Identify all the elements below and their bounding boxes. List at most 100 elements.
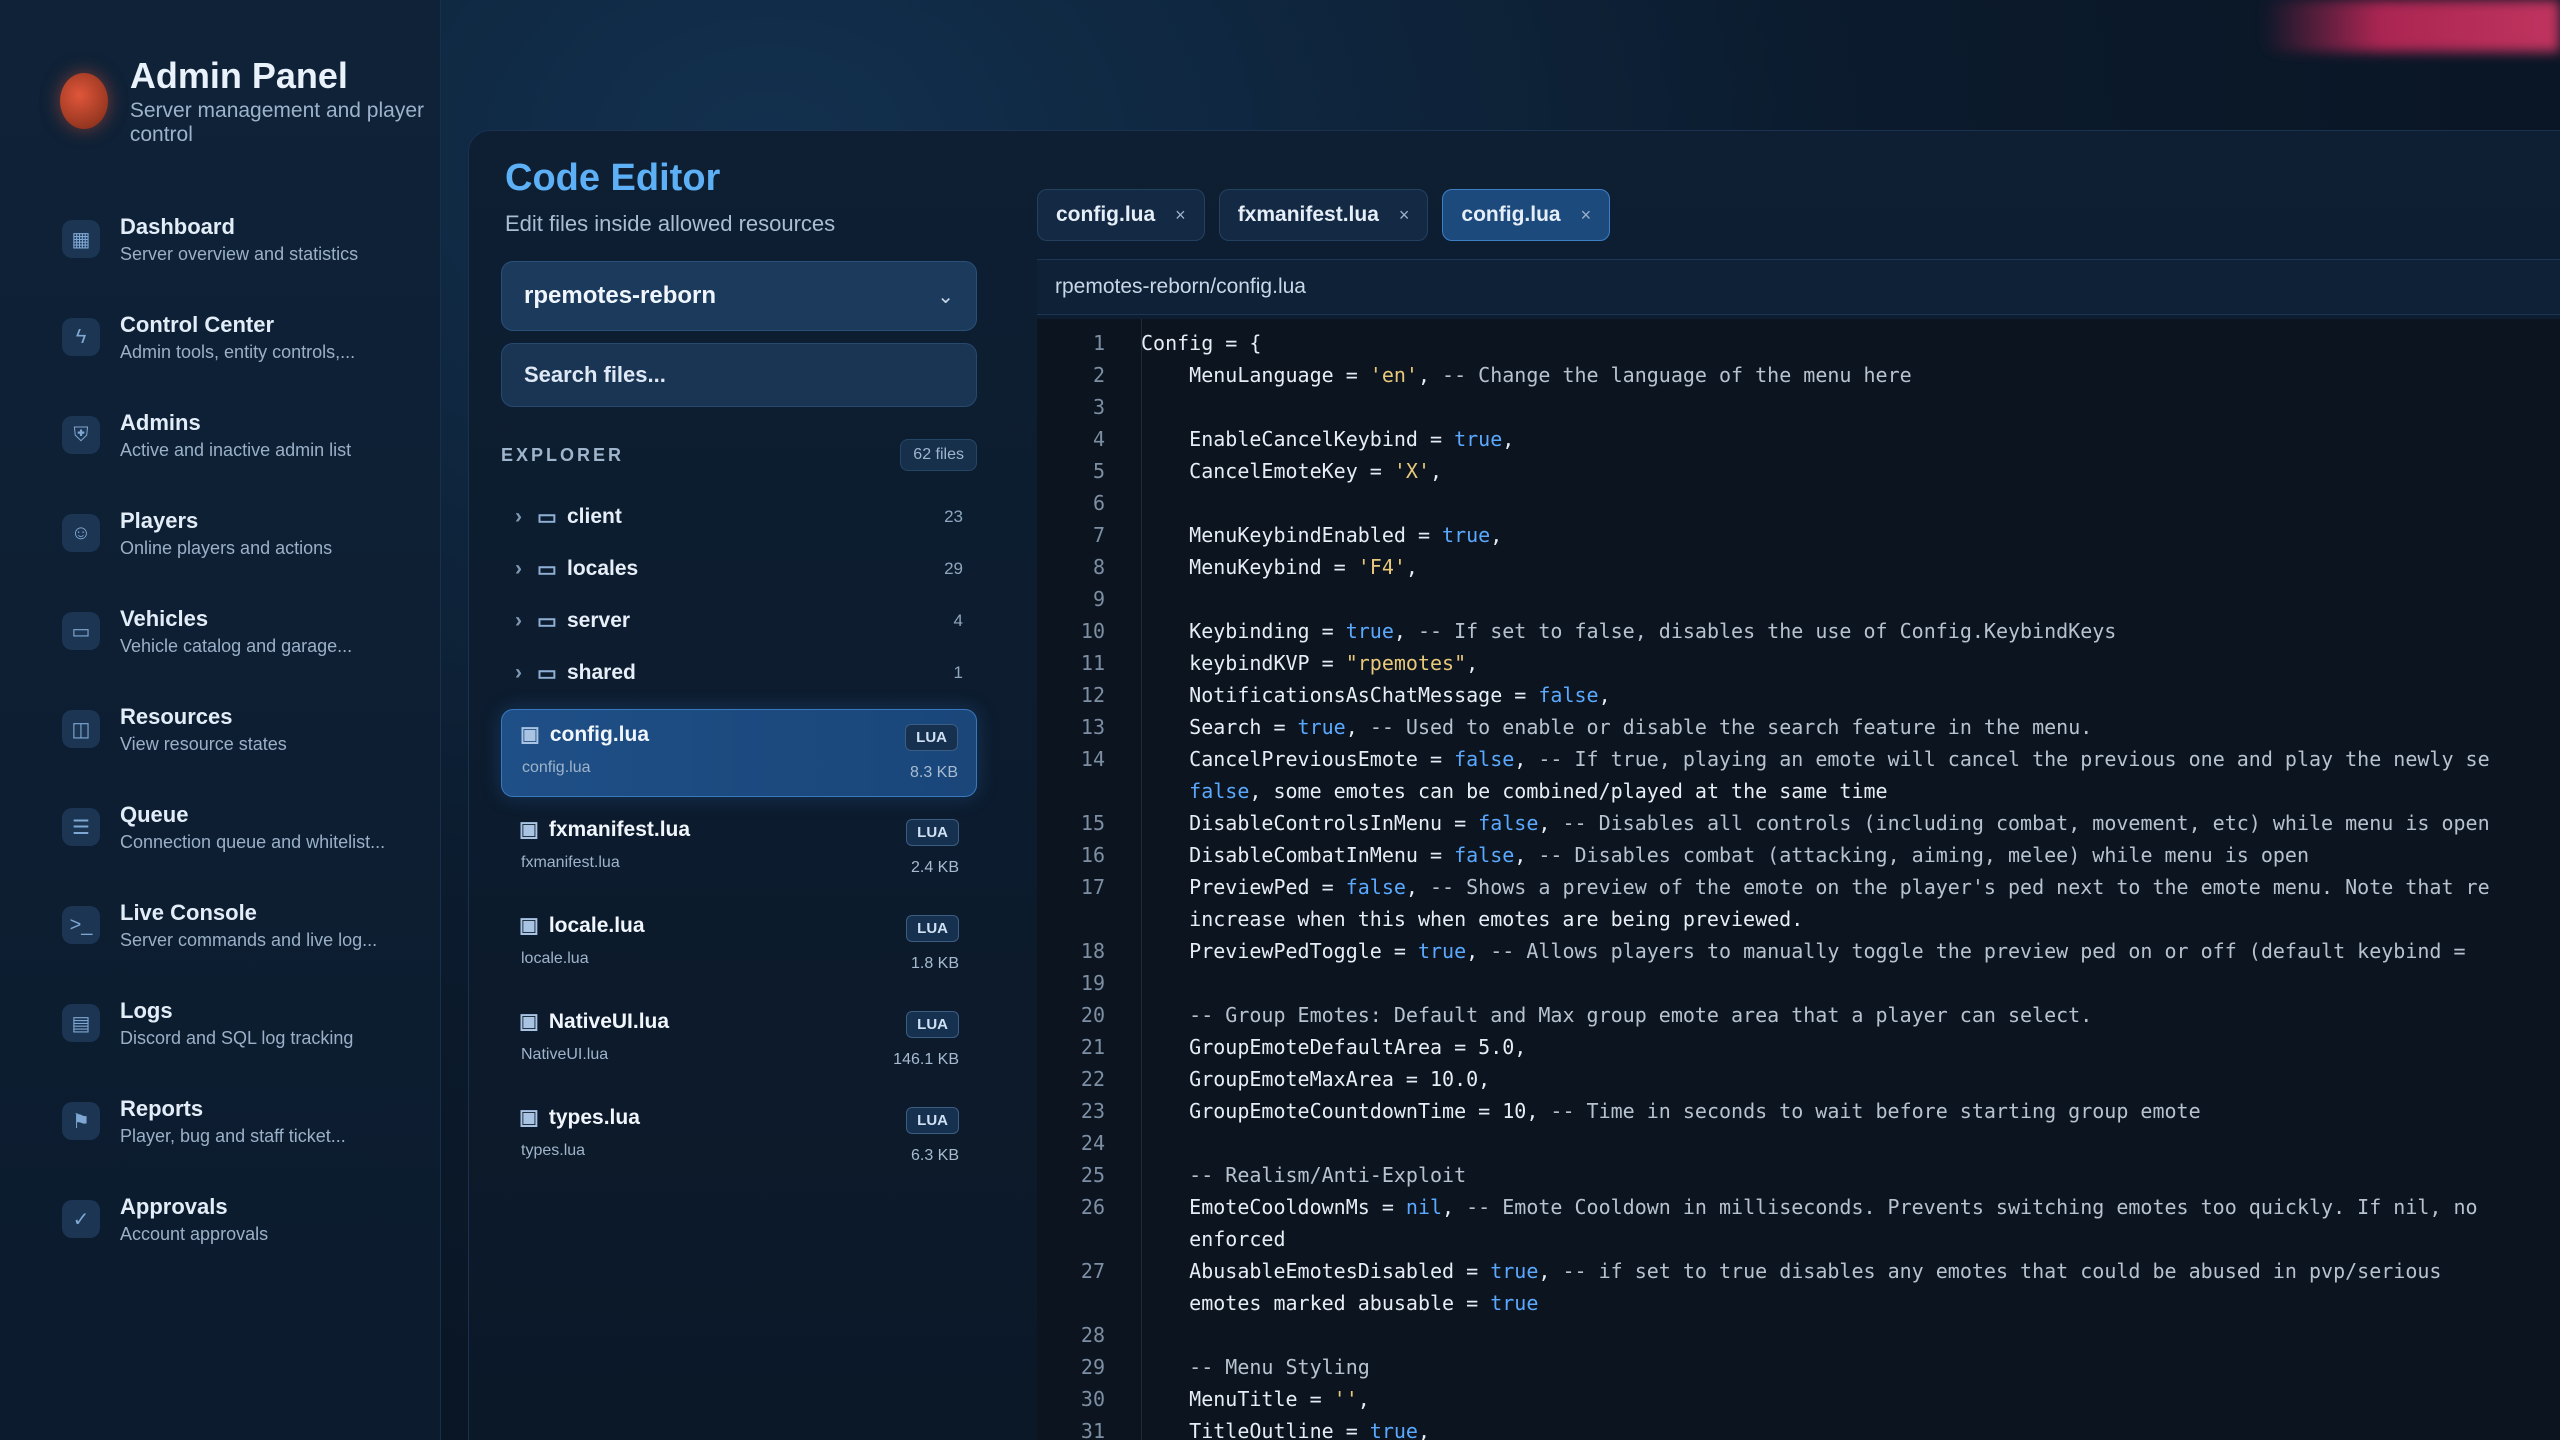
line-number: 17 bbox=[1080, 875, 1105, 899]
sidebar-item-approvals[interactable]: ✓ Approvals Account approvals bbox=[38, 1170, 418, 1268]
file-icon: ▣ bbox=[520, 723, 540, 746]
code-area[interactable]: 1 Config = {2 MenuLanguage = 'en', -- Cha… bbox=[1037, 319, 2560, 1440]
folder-name: locales bbox=[567, 557, 639, 580]
sidebar-item-players[interactable]: ☺ Players Online players and actions bbox=[38, 484, 418, 582]
sidebar-item-subtitle: View resource states bbox=[120, 733, 287, 754]
folder-name: client bbox=[567, 505, 622, 528]
sidebar-item-title: Approvals bbox=[120, 1193, 228, 1219]
line-number: 11 bbox=[1080, 651, 1105, 675]
folder-locales[interactable]: › ▭ locales 29 bbox=[501, 543, 977, 595]
folder-count: 29 bbox=[944, 559, 963, 578]
sidebar-item-vehicles[interactable]: ▭ Vehicles Vehicle catalog and garage... bbox=[38, 582, 418, 680]
code-line: 4 EnableCancelKeybind = true, bbox=[1037, 423, 2560, 455]
file-item-types-lua[interactable]: ▣ types.lua types.lua LUA 6.3 KB bbox=[501, 1093, 977, 1181]
tab-fxmanifest-lua[interactable]: fxmanifest.lua × bbox=[1218, 189, 1429, 241]
sidebar-item-control-center[interactable]: ϟ Control Center Admin tools, entity cont… bbox=[38, 288, 418, 386]
file-item-locale-lua[interactable]: ▣ locale.lua locale.lua LUA 1.8 KB bbox=[501, 901, 977, 989]
line-number: 18 bbox=[1080, 939, 1105, 963]
sidebar-item-reports[interactable]: ⚑ Reports Player, bug and staff ticket... bbox=[38, 1072, 418, 1170]
brand-subtitle: Server management and player control bbox=[129, 99, 425, 146]
file-icon: ▣ bbox=[519, 1106, 539, 1129]
sidebar-item-subtitle: Connection queue and whitelist... bbox=[120, 831, 386, 852]
folder-count: 1 bbox=[953, 663, 963, 682]
search-files-input[interactable] bbox=[501, 343, 977, 407]
code-line: 9 bbox=[1037, 583, 2560, 615]
resource-select-value: rpemotes-reborn bbox=[524, 282, 717, 309]
folder-count: 4 bbox=[953, 611, 963, 630]
sidebar-item-title: Admins bbox=[120, 409, 201, 435]
code-line: 22 GroupEmoteMaxArea = 10.0, bbox=[1037, 1063, 2560, 1095]
folder-count: 23 bbox=[944, 507, 963, 526]
folder-server[interactable]: › ▭ server 4 bbox=[501, 595, 977, 647]
line-source: -- Group Emotes: Default and Max group e… bbox=[1189, 1003, 2093, 1027]
file-size: 146.1 KB bbox=[893, 1051, 959, 1068]
sidebar-item-subtitle: Server commands and live log... bbox=[120, 929, 378, 950]
dashboard-icon: ▦ bbox=[62, 220, 100, 258]
explorer-header: EXPLORER 62 files bbox=[501, 439, 977, 471]
line-source: NotificationsAsChatMessage = false, bbox=[1141, 683, 1611, 707]
tab-config-lua-active[interactable]: config.lua × bbox=[1442, 189, 1611, 241]
code-line: false, some emotes can be combined/playe… bbox=[1037, 775, 2560, 807]
sidebar-item-live-console[interactable]: >_ Live Console Server commands and live … bbox=[38, 876, 418, 974]
code-line: 28 bbox=[1037, 1319, 2560, 1351]
line-source: increase when this when emotes are being… bbox=[1141, 907, 1804, 931]
sidebar-item-queue[interactable]: ☰ Queue Connection queue and whitelist... bbox=[38, 778, 418, 876]
code-line: 12 NotificationsAsChatMessage = false, bbox=[1037, 679, 2560, 711]
line-number: 8 bbox=[1092, 555, 1105, 579]
line-number: 30 bbox=[1080, 1387, 1105, 1411]
sidebar-item-dashboard[interactable]: ▦ Dashboard Server overview and statistic… bbox=[38, 190, 418, 288]
chevron-right-icon: › bbox=[515, 609, 522, 632]
line-number: 5 bbox=[1092, 459, 1105, 483]
file-name: ▣ locale.lua bbox=[519, 913, 959, 938]
line-number: 19 bbox=[1080, 971, 1105, 995]
line-source: CancelEmoteKey = 'X', bbox=[1141, 459, 1443, 483]
document-icon: ▤ bbox=[62, 1004, 100, 1042]
sidebar-item-admins[interactable]: ⛨ Admins Active and inactive admin list bbox=[38, 386, 418, 484]
brand-title: Admin Panel bbox=[129, 55, 348, 96]
code-lines: 1 Config = {2 MenuLanguage = 'en', -- Cha… bbox=[1037, 319, 2560, 1440]
line-source: EnableCancelKeybind = true, bbox=[1141, 427, 1515, 451]
folder-list: › ▭ client 23 › ▭ locales 29 › ▭ server … bbox=[501, 491, 977, 699]
file-path: config.lua bbox=[522, 759, 591, 776]
page-title: Code Editor bbox=[505, 157, 721, 199]
folder-name: shared bbox=[567, 661, 636, 684]
folder-icon: ▭ bbox=[537, 661, 557, 685]
code-line: 11 keybindKVP = "rpemotes", bbox=[1037, 647, 2560, 679]
line-source: MenuKeybindEnabled = true, bbox=[1141, 523, 1503, 547]
code-line: 1 Config = { bbox=[1037, 327, 2560, 359]
line-source: -- Realism/Anti-Exploit bbox=[1189, 1163, 1467, 1187]
file-icon: ▣ bbox=[519, 1010, 539, 1033]
file-item-fxmanifest-lua[interactable]: ▣ fxmanifest.lua fxmanifest.lua LUA 2.4 K… bbox=[501, 805, 977, 893]
line-source: MenuTitle = '', bbox=[1141, 1387, 1370, 1411]
line-source: PreviewPedToggle = true, -- Allows playe… bbox=[1141, 939, 2466, 963]
resource-select[interactable]: rpemotes-reborn ⌄ bbox=[501, 261, 977, 331]
file-item-config-lua[interactable]: ▣ config.lua config.lua LUA 8.3 KB bbox=[501, 709, 977, 797]
list-icon: ☰ bbox=[62, 808, 100, 846]
line-number: 2 bbox=[1092, 363, 1105, 387]
line-source: MenuKeybind = 'F4', bbox=[1141, 555, 1418, 579]
close-icon[interactable]: × bbox=[1175, 205, 1186, 226]
line-number: 27 bbox=[1080, 1259, 1105, 1283]
line-source: AbusableEmotesDisabled = true, -- if set… bbox=[1141, 1259, 2442, 1283]
file-type-badge: LUA bbox=[905, 724, 958, 751]
terminal-icon: >_ bbox=[62, 906, 100, 944]
line-source: PreviewPed = false, -- Shows a preview o… bbox=[1141, 875, 2490, 899]
sidebar-item-resources[interactable]: ◫ Resources View resource states bbox=[38, 680, 418, 778]
file-item-nativeui-lua[interactable]: ▣ NativeUI.lua NativeUI.lua LUA 146.1 KB bbox=[501, 997, 977, 1085]
sidebar-item-logs[interactable]: ▤ Logs Discord and SQL log tracking bbox=[38, 974, 418, 1072]
tab-config-lua[interactable]: config.lua × bbox=[1037, 189, 1205, 241]
close-icon[interactable]: × bbox=[1399, 205, 1410, 226]
file-name: ▣ config.lua bbox=[520, 722, 958, 747]
bolt-icon: ϟ bbox=[62, 318, 100, 356]
folder-client[interactable]: › ▭ client 23 bbox=[501, 491, 977, 543]
sidebar-item-subtitle: Online players and actions bbox=[120, 537, 333, 558]
file-path: types.lua bbox=[521, 1142, 586, 1159]
folder-name: server bbox=[567, 609, 631, 632]
line-source: -- Menu Styling bbox=[1189, 1355, 1370, 1379]
line-number bbox=[1037, 1223, 1141, 1255]
code-line: 21 GroupEmoteDefaultArea = 5.0, bbox=[1037, 1031, 2560, 1063]
line-number: 15 bbox=[1080, 811, 1105, 835]
chevron-right-icon: › bbox=[515, 557, 522, 580]
close-icon[interactable]: × bbox=[1581, 205, 1592, 226]
folder-shared[interactable]: › ▭ shared 1 bbox=[501, 647, 977, 699]
